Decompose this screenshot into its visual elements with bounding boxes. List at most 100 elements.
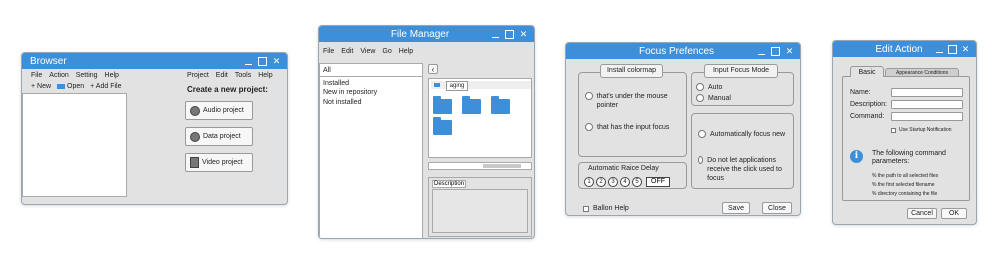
colormap-option-focus[interactable]: that has the input focus	[585, 123, 685, 132]
colormap-group	[578, 72, 687, 157]
radio-button[interactable]	[698, 156, 704, 164]
radio-button[interactable]	[696, 83, 704, 91]
video-project-icon	[190, 157, 199, 168]
filter-installed[interactable]: Installed	[320, 77, 422, 88]
focus-option-no-click[interactable]: Do not let applications receive the clic…	[698, 156, 793, 183]
menu-file[interactable]: File	[31, 72, 42, 79]
menu-help[interactable]: Help	[105, 72, 119, 79]
minimize-icon[interactable]	[491, 30, 500, 39]
balloon-help-checkbox[interactable]: Ballon Help	[583, 205, 629, 212]
radio-button[interactable]	[585, 123, 593, 131]
close-icon[interactable]: ✕	[961, 44, 970, 54]
maximize-icon[interactable]	[505, 29, 514, 39]
close-icon[interactable]: ✕	[272, 56, 281, 66]
menu-view[interactable]: View	[360, 48, 375, 55]
description-field[interactable]	[891, 100, 963, 109]
menu-help[interactable]: Help	[258, 72, 272, 79]
add-file-button[interactable]: + Add File	[90, 83, 121, 90]
focus-mode-title: Input Focus Mode	[704, 64, 778, 78]
audio-project-button[interactable]: Audio project	[185, 101, 253, 120]
browser-title: Browser	[30, 55, 67, 67]
browser-left-pane[interactable]	[22, 93, 127, 197]
maximize-icon[interactable]	[258, 56, 267, 66]
data-project-button[interactable]: Data project	[185, 127, 253, 146]
close-icon[interactable]: ✕	[785, 46, 794, 56]
timer-icon[interactable]: 5	[632, 177, 642, 187]
focus-mode-auto[interactable]: Auto	[696, 83, 722, 91]
close-button[interactable]: Close	[762, 202, 792, 214]
close-icon[interactable]: ✕	[519, 29, 528, 39]
command-field[interactable]	[891, 112, 963, 121]
folder-icon[interactable]	[433, 117, 452, 135]
description-label: Description:	[850, 101, 887, 108]
menu-edit[interactable]: Edit	[341, 48, 353, 55]
folder-icon	[57, 83, 66, 89]
focus-prefs-window: Focus Prefences ✕ Install colormap that'…	[565, 42, 801, 216]
filter-new-in-repository[interactable]: New in repository	[320, 88, 422, 97]
minimize-icon[interactable]	[244, 57, 253, 66]
file-manager-titlebar[interactable]: File Manager ✕	[319, 26, 534, 42]
filter-not-installed[interactable]: Not installed	[320, 97, 422, 108]
name-field[interactable]	[891, 88, 963, 97]
create-project-heading: Create a new project:	[187, 85, 268, 94]
browser-window: Browser ✕ File Action Setting Help + New…	[21, 52, 288, 205]
folder-icon[interactable]	[491, 96, 510, 114]
filter-all[interactable]: All	[320, 64, 422, 77]
maximize-icon[interactable]	[771, 46, 780, 56]
radio-button[interactable]	[585, 92, 593, 100]
browser-menubar-left: File Action Setting Help	[31, 72, 119, 79]
data-project-icon	[190, 131, 200, 142]
param-item: % directory containing the file	[872, 191, 938, 197]
info-heading: The following command parameters:	[872, 150, 946, 165]
timer-icon[interactable]: 3	[608, 177, 618, 187]
radio-button[interactable]	[696, 94, 704, 102]
description-label: Description	[432, 180, 467, 188]
new-button[interactable]: + New	[31, 83, 51, 90]
menu-go[interactable]: Go	[382, 48, 391, 55]
menu-action[interactable]: Action	[49, 72, 68, 79]
description-text	[432, 189, 528, 233]
timer-icon[interactable]: 1	[584, 177, 594, 187]
file-view[interactable]: aging	[428, 78, 532, 158]
back-button[interactable]: ‹	[428, 64, 438, 74]
timer-icon[interactable]: 2	[596, 177, 606, 187]
tab-basic[interactable]: Basic	[850, 66, 884, 77]
colormap-option-pointer[interactable]: that's under the mouse pointer	[585, 92, 685, 110]
menu-file[interactable]: File	[323, 48, 334, 55]
menu-project[interactable]: Project	[187, 72, 209, 79]
menu-setting[interactable]: Setting	[76, 72, 98, 79]
open-button[interactable]: Open	[57, 83, 84, 90]
startup-notification-checkbox[interactable]: Use Startup Notification	[891, 127, 952, 133]
radio-button[interactable]	[698, 130, 706, 138]
scrollbar-thumb[interactable]	[483, 164, 521, 168]
focus-prefs-titlebar[interactable]: Focus Prefences ✕	[566, 43, 800, 59]
folder-icon[interactable]	[433, 96, 452, 114]
browser-titlebar[interactable]: Browser ✕	[22, 53, 287, 69]
folder-icon[interactable]	[462, 96, 481, 114]
filter-list: All Installed New in repository Not inst…	[319, 63, 423, 238]
save-button[interactable]: Save	[722, 202, 750, 214]
timer-icon[interactable]: 4	[620, 177, 630, 187]
menu-tools[interactable]: Tools	[235, 72, 251, 79]
off-button[interactable]: OFF	[646, 177, 670, 187]
focus-prefs-title: Focus Prefences	[638, 45, 715, 57]
edit-action-titlebar[interactable]: Edit Action ✕	[833, 41, 976, 57]
minimize-icon[interactable]	[757, 47, 766, 56]
focus-mode-manual[interactable]: Manual	[696, 94, 731, 102]
audio-project-icon	[190, 105, 200, 116]
focus-option-auto-new[interactable]: Automatically focus new	[698, 130, 793, 138]
ok-button[interactable]: OK	[941, 208, 967, 219]
browser-toolbar: + New Open + Add File	[31, 83, 121, 90]
maximize-icon[interactable]	[948, 44, 957, 54]
menu-edit[interactable]: Edit	[216, 72, 228, 79]
description-box: Description	[428, 177, 532, 237]
horizontal-scrollbar[interactable]	[428, 162, 532, 170]
path-chip[interactable]: aging	[431, 81, 531, 91]
edit-action-window: Edit Action ✕ Basic Appearance Condition…	[832, 40, 977, 225]
cancel-button[interactable]: Cancel	[907, 208, 937, 219]
checkbox[interactable]	[583, 205, 589, 212]
checkbox[interactable]	[891, 127, 896, 133]
minimize-icon[interactable]	[935, 45, 944, 54]
menu-help[interactable]: Help	[399, 48, 413, 55]
video-project-button[interactable]: Video project	[185, 153, 253, 172]
